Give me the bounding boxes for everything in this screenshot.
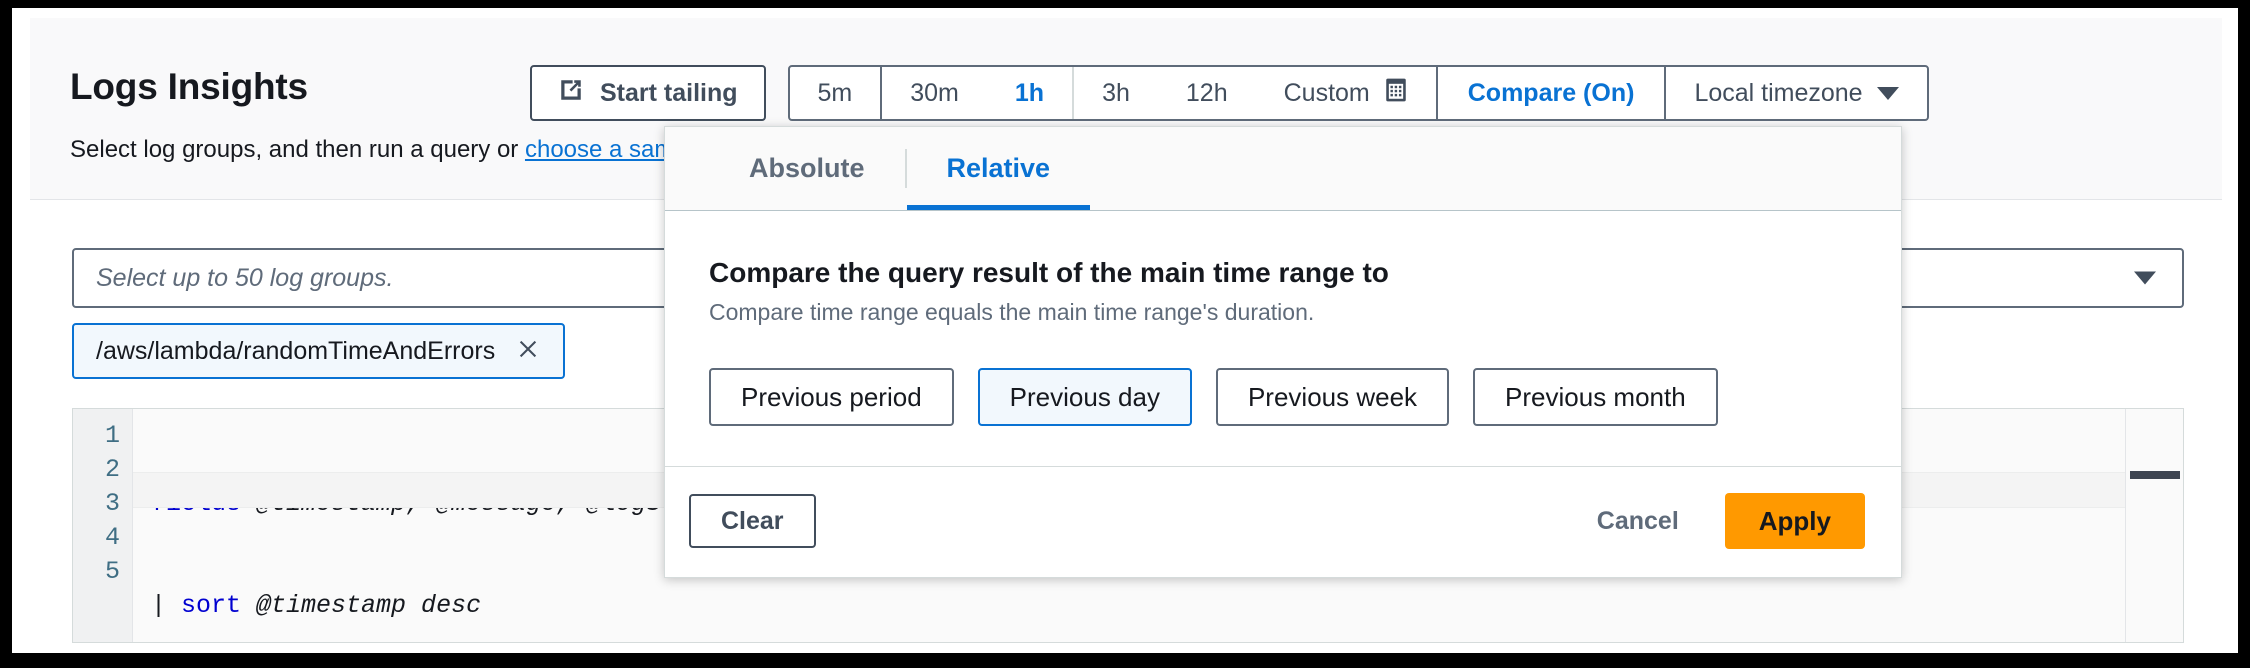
tab-absolute[interactable]: Absolute	[709, 127, 905, 210]
chevron-down-icon[interactable]	[2134, 272, 2156, 285]
code-keyword: sort	[181, 591, 241, 620]
log-group-token[interactable]: /aws/lambda/randomTimeAndErrors	[72, 323, 565, 379]
tab-absolute-label: Absolute	[749, 153, 865, 184]
compare-time-range-popover: Absolute Relative Compare the query resu…	[664, 126, 1902, 578]
option-previous-week[interactable]: Previous week	[1216, 368, 1449, 426]
option-previous-period-label: Previous period	[741, 382, 922, 413]
external-link-icon	[558, 77, 584, 110]
calendar-icon	[1384, 77, 1408, 110]
cancel-button[interactable]: Cancel	[1585, 507, 1691, 536]
editor-line-number-gutter: 1 2 3 4 5	[73, 409, 133, 642]
popover-tabs: Absolute Relative	[665, 127, 1901, 211]
option-previous-week-label: Previous week	[1248, 382, 1417, 413]
range-option-30m[interactable]: 30m	[882, 67, 987, 119]
timezone-selector-label: Local timezone	[1694, 79, 1862, 108]
code-line: | sort @timestamp desc	[151, 589, 2125, 623]
range-option-custom[interactable]: Custom	[1256, 67, 1438, 119]
clear-button[interactable]: Clear	[689, 494, 816, 548]
start-tailing-label: Start tailing	[600, 79, 738, 108]
range-option-3h-label: 3h	[1102, 79, 1130, 108]
range-option-1h-label: 1h	[1015, 79, 1044, 108]
range-option-12h[interactable]: 12h	[1158, 67, 1256, 119]
tab-relative-label: Relative	[947, 153, 1051, 184]
apply-button[interactable]: Apply	[1725, 493, 1865, 549]
compare-toggle-button[interactable]: Compare (On)	[1438, 67, 1667, 119]
relative-option-group: Previous period Previous day Previous we…	[709, 368, 1857, 426]
compare-toggle-label: Compare (On)	[1468, 79, 1635, 108]
popover-heading: Compare the query result of the main tim…	[709, 257, 1857, 289]
selected-log-groups: /aws/lambda/randomTimeAndErrors	[72, 323, 565, 379]
option-previous-month[interactable]: Previous month	[1473, 368, 1718, 426]
line-number: 4	[73, 521, 132, 555]
popover-footer: Clear Cancel Apply	[665, 466, 1901, 577]
range-option-5m-label: 5m	[818, 79, 853, 108]
range-option-3h[interactable]: 3h	[1074, 67, 1158, 119]
timezone-selector[interactable]: Local timezone	[1666, 67, 1926, 119]
line-number: 2	[73, 453, 132, 487]
option-previous-day-label: Previous day	[1010, 382, 1160, 413]
editor-scrollbar-thumb[interactable]	[2130, 471, 2180, 479]
page-title: Logs Insights	[70, 66, 308, 108]
line-number: 3	[73, 487, 132, 521]
page-subtitle-text: Select log groups, and then run a query …	[70, 136, 525, 163]
chevron-down-icon	[1877, 87, 1899, 100]
range-option-custom-label: Custom	[1284, 79, 1370, 108]
tab-relative[interactable]: Relative	[907, 127, 1091, 210]
code-pipe: |	[151, 591, 181, 620]
line-number: 1	[73, 419, 132, 453]
toolbar: Start tailing 5m 30m 1h 3h 12h	[530, 65, 1929, 121]
option-previous-month-label: Previous month	[1505, 382, 1686, 413]
option-previous-day[interactable]: Previous day	[978, 368, 1192, 426]
range-option-5m[interactable]: 5m	[790, 67, 883, 119]
code-text: @timestamp desc	[241, 591, 481, 620]
app-root: Logs Insights Select log groups, and the…	[12, 8, 2238, 653]
range-option-12h-label: 12h	[1186, 79, 1228, 108]
range-option-1h[interactable]: 1h	[987, 67, 1074, 119]
start-tailing-button[interactable]: Start tailing	[530, 65, 766, 121]
range-option-30m-label: 30m	[910, 79, 959, 108]
close-icon[interactable]	[515, 336, 541, 367]
popover-description: Compare time range equals the main time …	[709, 299, 1857, 326]
time-range-segmented-control: 5m 30m 1h 3h 12h Custom	[788, 65, 1929, 121]
editor-scrollbar[interactable]	[2125, 409, 2183, 642]
log-group-placeholder: Select up to 50 log groups.	[96, 264, 393, 293]
option-previous-period[interactable]: Previous period	[709, 368, 954, 426]
log-group-token-label: /aws/lambda/randomTimeAndErrors	[96, 337, 495, 366]
line-number: 5	[73, 555, 132, 589]
popover-footer-actions: Cancel Apply	[1585, 493, 1865, 549]
popover-body: Compare the query result of the main tim…	[665, 211, 1901, 466]
